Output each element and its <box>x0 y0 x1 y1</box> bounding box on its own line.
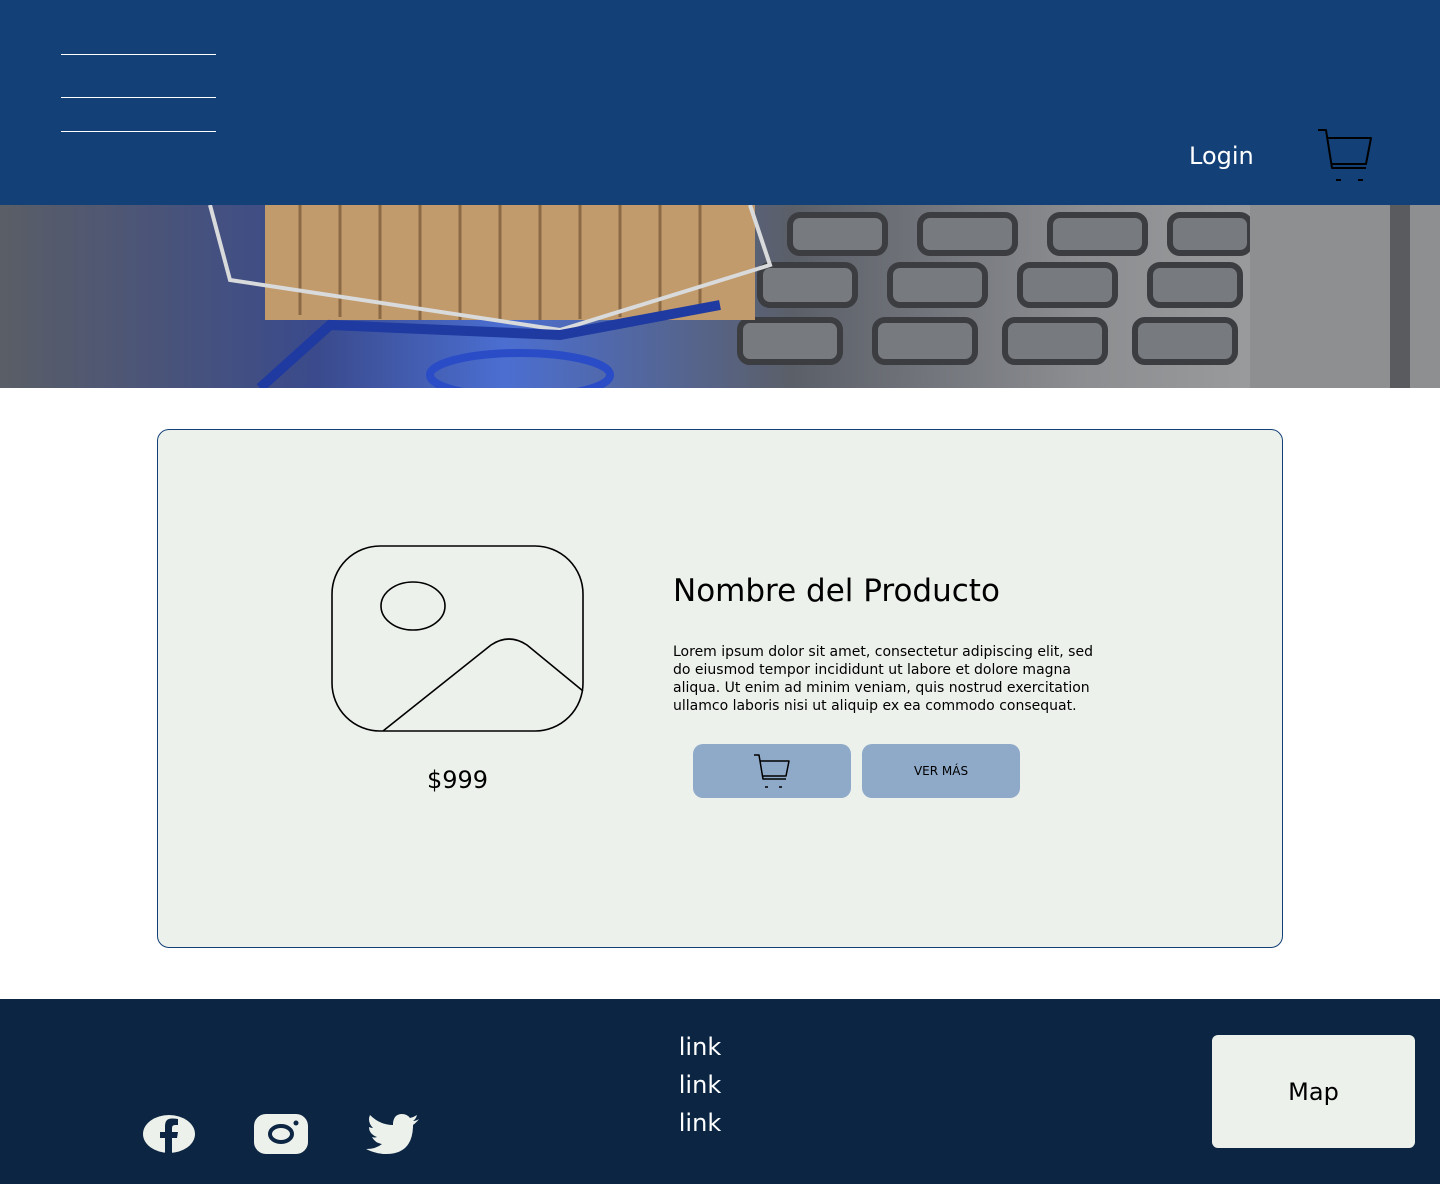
hero-banner <box>0 205 1440 388</box>
twitter-icon[interactable] <box>366 1114 420 1154</box>
facebook-icon[interactable] <box>142 1114 196 1154</box>
image-placeholder-icon <box>331 545 584 732</box>
footer-links: link link link <box>660 1028 740 1142</box>
header: Login <box>0 0 1440 205</box>
login-link[interactable]: Login <box>1189 140 1254 172</box>
footer-link[interactable]: link <box>660 1066 740 1104</box>
instagram-icon[interactable] <box>254 1114 308 1154</box>
hero-image <box>208 205 1440 388</box>
product-price: $999 <box>426 766 489 794</box>
map-label: Map <box>1288 1077 1339 1106</box>
add-to-cart-button[interactable] <box>693 744 851 798</box>
product-name: Nombre del Producto <box>673 573 1000 609</box>
menu-line <box>61 97 216 98</box>
map-widget[interactable]: Map <box>1212 1035 1415 1148</box>
see-more-button[interactable]: VER MÁS <box>862 744 1020 798</box>
menu-line <box>61 131 216 132</box>
footer-link[interactable]: link <box>660 1104 740 1142</box>
product-description: Lorem ipsum dolor sit amet, consectetur … <box>673 644 1093 714</box>
menu-line <box>61 54 216 55</box>
footer-link[interactable]: link <box>660 1028 740 1066</box>
cart-icon[interactable] <box>1316 126 1374 184</box>
cart-icon <box>754 754 790 788</box>
